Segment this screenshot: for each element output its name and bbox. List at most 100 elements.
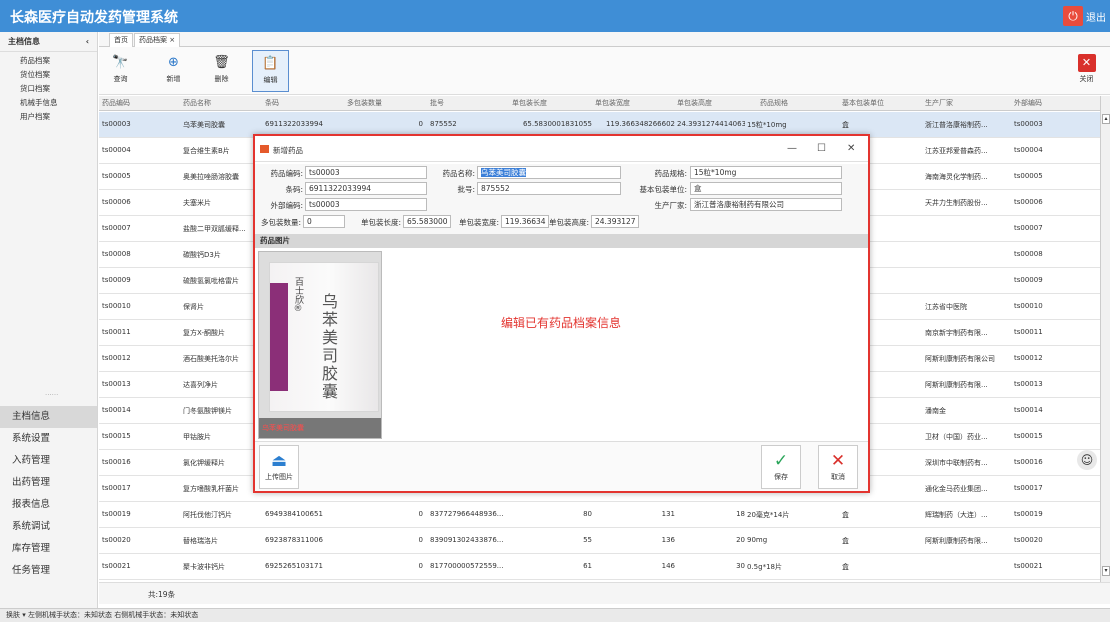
box-brand: 百士欣® [293,277,303,314]
app-icon [260,145,269,153]
module-system-debug[interactable]: 系统调试 [0,516,97,538]
exit-icon[interactable]: ⏻ [1063,6,1083,26]
table-cell: ts00007 [102,224,131,232]
module-inventory[interactable]: 库存管理 [0,538,97,560]
table-cell: 乌苯美司胶囊 [183,121,225,129]
save-label: 保存 [774,473,788,481]
col-header-code[interactable]: 药品编码 [102,98,130,108]
exit-button[interactable]: 退出 [1086,9,1106,24]
table-row[interactable]: ts00020 替格瑞洛片 6923878311006 0 83909130243387… [99,528,1100,554]
table-cell: ts00015 [102,432,131,440]
sidebar-item-robot-info[interactable]: 机械手信息 [20,96,97,110]
scroll-up-icon[interactable]: ▴ [1102,114,1110,124]
sidebar-header[interactable]: 主档信息 ‹ [0,32,97,52]
table-cell: 盒 [842,563,849,571]
table-cell: 达喜列净片 [183,381,218,389]
batch-field[interactable]: 875552 [477,182,621,195]
scroll-down-icon[interactable]: ▾ [1102,566,1110,576]
table-scrollbar[interactable]: ▴ ▾ [1100,96,1110,582]
module-stock-in[interactable]: 入药管理 [0,450,97,472]
table-cell: ts00005 [1014,172,1043,180]
col-header-length[interactable]: 单包装长度 [512,98,547,108]
col-header-maker[interactable]: 生产厂家 [925,98,953,108]
maximize-icon[interactable]: ☐ [817,143,826,154]
dialog-close-icon[interactable]: ✕ [847,143,855,154]
tab-home[interactable]: 首页 [109,33,133,47]
query-button[interactable]: 🔭 查询 [102,50,139,92]
table-cell: ts00008 [102,250,131,258]
add-drug-dialog: 新增药品 — ☐ ✕ 药品编码: ts00003 药品名称: 乌苯美司胶囊 药品… [253,134,870,493]
col-header-multi-qty[interactable]: 多包装数量 [347,98,382,108]
maker-field[interactable]: 浙江普洛康裕制药有限公司 [690,198,842,211]
col-header-batch[interactable]: 批号 [430,98,444,108]
table-cell: 0 [418,536,423,544]
sidebar-item-user-archive[interactable]: 用户档案 [20,110,97,124]
module-stock-out[interactable]: 出药管理 [0,472,97,494]
delete-label: 删除 [214,75,229,83]
col-header-name[interactable]: 药品名称 [183,98,211,108]
col-header-barcode[interactable]: 条码 [265,98,279,108]
name-label: 药品名称: [442,169,475,178]
barcode-field[interactable]: 6911322033994 [305,182,427,195]
multi-qty-field[interactable]: 0 [303,215,345,228]
module-system-settings[interactable]: 系统设置 [0,428,97,450]
col-header-ext-code[interactable]: 外部编码 [1014,98,1042,108]
name-field[interactable]: 乌苯美司胶囊 [477,166,621,179]
edit-button[interactable]: 📋 编辑 [252,50,289,92]
unit-field[interactable]: 盒 [690,182,842,195]
cancel-icon: ✕ [830,451,846,471]
sidebar-item-drug-archive[interactable]: 药品档案 [20,54,97,68]
module-tasks[interactable]: 任务管理 [0,560,97,582]
table-cell: 江苏省中医院 [925,303,967,311]
sidebar-item-slot-archive[interactable]: 货口档案 [20,82,97,96]
table-cell: 卫材（中国）药业... [925,433,988,441]
sidebar-splitter[interactable]: ...... [45,389,58,397]
record-count: 共:19条 [148,590,176,599]
table-cell: 875552 [430,120,457,128]
module-master-info[interactable]: 主档信息 [0,406,97,428]
table-cell: 替格瑞洛片 [183,537,218,545]
table-cell: 阿托伐他汀钙片 [183,511,232,519]
table-row[interactable]: ts00021 聚卡波非钙片 6925265103171 0 8177000005725… [99,554,1100,580]
save-button[interactable]: ✓ 保存 [761,445,801,489]
spec-field[interactable]: 15粒*10mg [690,166,842,179]
box-stripe [270,283,288,391]
name-value: 乌苯美司胶囊 [481,168,526,177]
table-cell: 潘南金 [925,407,946,415]
col-header-unit[interactable]: 基本包装单位 [842,98,884,108]
table-cell: 6949384100651 [265,510,323,518]
height-field[interactable]: 24.393127 [591,215,639,228]
table-row[interactable]: ts00019 阿托伐他汀钙片 6949384100651 0 837727966448… [99,502,1100,528]
table-cell: 复合维生素B片 [183,147,230,155]
length-field[interactable]: 65.583000 [403,215,451,228]
col-header-width[interactable]: 单包装宽度 [595,98,630,108]
minimize-icon[interactable]: — [787,143,797,154]
table-cell: 南京新宇制药有限... [925,329,988,337]
table-cell: ts00016 [102,458,131,466]
tab-drug-archive[interactable]: 药品档案 × [134,33,181,47]
cancel-button[interactable]: ✕ 取消 [818,445,858,489]
upload-image-button[interactable]: ⏏ 上传图片 [259,445,299,489]
table-cell: ts00006 [1014,198,1043,206]
spec-label: 药品规格: [654,169,687,178]
sidebar-item-location-archive[interactable]: 货位档案 [20,68,97,82]
table-cell: ts00006 [102,198,131,206]
close-button[interactable]: ✕ 关闭 [1068,50,1105,92]
table-cell: ts00011 [102,328,131,336]
delete-button[interactable]: 🗑 删除 [203,50,240,92]
table-cell: 保肾片 [183,303,204,311]
assistant-icon[interactable]: ☺ [1077,450,1097,470]
col-header-spec[interactable]: 药品规格 [760,98,788,108]
drug-photo[interactable]: 百士欣® 乌苯美司胶囊 乌苯美司胶囊 [258,251,382,439]
add-button[interactable]: ⊕ 新增 [155,50,192,92]
table-cell: 0 [418,562,423,570]
table-cell: ts00010 [1014,302,1043,310]
toolbar: 🔭 查询 ⊕ 新增 🗑 删除 📋 编辑 ✕ 关闭 [99,47,1110,95]
code-field[interactable]: ts00003 [305,166,427,179]
edit-message: 编辑已有药品档案信息 [501,316,622,330]
ext-code-field[interactable]: ts00003 [305,198,427,211]
collapse-icon[interactable]: ‹ [86,32,89,52]
col-header-height[interactable]: 单包装高度 [677,98,712,108]
ext-code-label: 外部编码: [270,201,303,210]
module-reports[interactable]: 报表信息 [0,494,97,516]
